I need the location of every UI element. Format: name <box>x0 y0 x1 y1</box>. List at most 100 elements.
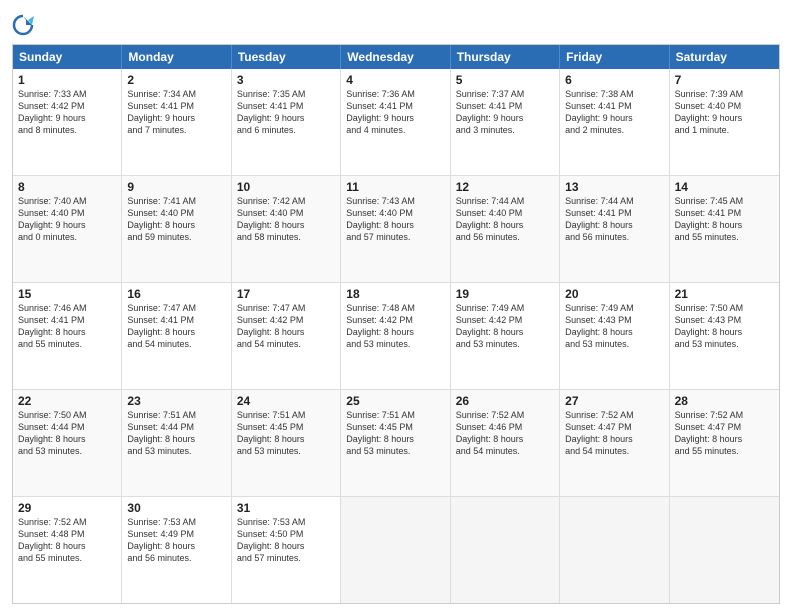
day-number: 31 <box>237 501 335 515</box>
day-info: Sunrise: 7:44 AM Sunset: 4:40 PM Dayligh… <box>456 195 554 244</box>
calendar-cell <box>560 497 669 603</box>
day-number: 25 <box>346 394 444 408</box>
calendar-cell: 23Sunrise: 7:51 AM Sunset: 4:44 PM Dayli… <box>122 390 231 496</box>
day-number: 19 <box>456 287 554 301</box>
day-number: 17 <box>237 287 335 301</box>
calendar-header: SundayMondayTuesdayWednesdayThursdayFrid… <box>13 45 779 69</box>
calendar-cell: 6Sunrise: 7:38 AM Sunset: 4:41 PM Daylig… <box>560 69 669 175</box>
day-info: Sunrise: 7:38 AM Sunset: 4:41 PM Dayligh… <box>565 88 663 137</box>
day-number: 26 <box>456 394 554 408</box>
day-number: 18 <box>346 287 444 301</box>
day-number: 11 <box>346 180 444 194</box>
day-number: 16 <box>127 287 225 301</box>
day-info: Sunrise: 7:41 AM Sunset: 4:40 PM Dayligh… <box>127 195 225 244</box>
calendar-body: 1Sunrise: 7:33 AM Sunset: 4:42 PM Daylig… <box>13 69 779 603</box>
calendar-cell: 19Sunrise: 7:49 AM Sunset: 4:42 PM Dayli… <box>451 283 560 389</box>
day-number: 28 <box>675 394 774 408</box>
day-info: Sunrise: 7:50 AM Sunset: 4:44 PM Dayligh… <box>18 409 116 458</box>
calendar-cell: 28Sunrise: 7:52 AM Sunset: 4:47 PM Dayli… <box>670 390 779 496</box>
day-number: 21 <box>675 287 774 301</box>
day-info: Sunrise: 7:39 AM Sunset: 4:40 PM Dayligh… <box>675 88 774 137</box>
calendar-cell: 3Sunrise: 7:35 AM Sunset: 4:41 PM Daylig… <box>232 69 341 175</box>
day-info: Sunrise: 7:53 AM Sunset: 4:50 PM Dayligh… <box>237 516 335 565</box>
calendar-cell: 13Sunrise: 7:44 AM Sunset: 4:41 PM Dayli… <box>560 176 669 282</box>
calendar-cell: 30Sunrise: 7:53 AM Sunset: 4:49 PM Dayli… <box>122 497 231 603</box>
calendar-cell: 9Sunrise: 7:41 AM Sunset: 4:40 PM Daylig… <box>122 176 231 282</box>
calendar-cell: 2Sunrise: 7:34 AM Sunset: 4:41 PM Daylig… <box>122 69 231 175</box>
day-info: Sunrise: 7:51 AM Sunset: 4:44 PM Dayligh… <box>127 409 225 458</box>
day-info: Sunrise: 7:48 AM Sunset: 4:42 PM Dayligh… <box>346 302 444 351</box>
calendar-row: 22Sunrise: 7:50 AM Sunset: 4:44 PM Dayli… <box>13 389 779 496</box>
day-number: 13 <box>565 180 663 194</box>
day-info: Sunrise: 7:47 AM Sunset: 4:42 PM Dayligh… <box>237 302 335 351</box>
day-number: 1 <box>18 73 116 87</box>
page-container: SundayMondayTuesdayWednesdayThursdayFrid… <box>0 0 792 612</box>
day-info: Sunrise: 7:37 AM Sunset: 4:41 PM Dayligh… <box>456 88 554 137</box>
day-info: Sunrise: 7:36 AM Sunset: 4:41 PM Dayligh… <box>346 88 444 137</box>
day-info: Sunrise: 7:40 AM Sunset: 4:40 PM Dayligh… <box>18 195 116 244</box>
calendar-cell <box>670 497 779 603</box>
day-info: Sunrise: 7:33 AM Sunset: 4:42 PM Dayligh… <box>18 88 116 137</box>
day-info: Sunrise: 7:53 AM Sunset: 4:49 PM Dayligh… <box>127 516 225 565</box>
calendar-cell: 15Sunrise: 7:46 AM Sunset: 4:41 PM Dayli… <box>13 283 122 389</box>
calendar-cell: 18Sunrise: 7:48 AM Sunset: 4:42 PM Dayli… <box>341 283 450 389</box>
header-day-wednesday: Wednesday <box>341 45 450 69</box>
header-day-monday: Monday <box>122 45 231 69</box>
day-number: 2 <box>127 73 225 87</box>
header-day-saturday: Saturday <box>670 45 779 69</box>
day-info: Sunrise: 7:34 AM Sunset: 4:41 PM Dayligh… <box>127 88 225 137</box>
calendar-cell: 10Sunrise: 7:42 AM Sunset: 4:40 PM Dayli… <box>232 176 341 282</box>
day-info: Sunrise: 7:52 AM Sunset: 4:48 PM Dayligh… <box>18 516 116 565</box>
day-number: 20 <box>565 287 663 301</box>
calendar-row: 15Sunrise: 7:46 AM Sunset: 4:41 PM Dayli… <box>13 282 779 389</box>
day-info: Sunrise: 7:51 AM Sunset: 4:45 PM Dayligh… <box>346 409 444 458</box>
day-info: Sunrise: 7:52 AM Sunset: 4:47 PM Dayligh… <box>675 409 774 458</box>
header-day-friday: Friday <box>560 45 669 69</box>
day-info: Sunrise: 7:44 AM Sunset: 4:41 PM Dayligh… <box>565 195 663 244</box>
day-number: 6 <box>565 73 663 87</box>
calendar-cell: 22Sunrise: 7:50 AM Sunset: 4:44 PM Dayli… <box>13 390 122 496</box>
calendar-cell: 8Sunrise: 7:40 AM Sunset: 4:40 PM Daylig… <box>13 176 122 282</box>
day-info: Sunrise: 7:51 AM Sunset: 4:45 PM Dayligh… <box>237 409 335 458</box>
logo-icon <box>12 14 34 36</box>
day-info: Sunrise: 7:49 AM Sunset: 4:43 PM Dayligh… <box>565 302 663 351</box>
calendar-cell <box>341 497 450 603</box>
calendar-cell: 16Sunrise: 7:47 AM Sunset: 4:41 PM Dayli… <box>122 283 231 389</box>
day-number: 5 <box>456 73 554 87</box>
calendar-cell: 12Sunrise: 7:44 AM Sunset: 4:40 PM Dayli… <box>451 176 560 282</box>
day-number: 3 <box>237 73 335 87</box>
day-number: 29 <box>18 501 116 515</box>
day-number: 27 <box>565 394 663 408</box>
calendar: SundayMondayTuesdayWednesdayThursdayFrid… <box>12 44 780 604</box>
calendar-row: 8Sunrise: 7:40 AM Sunset: 4:40 PM Daylig… <box>13 175 779 282</box>
day-info: Sunrise: 7:35 AM Sunset: 4:41 PM Dayligh… <box>237 88 335 137</box>
day-info: Sunrise: 7:42 AM Sunset: 4:40 PM Dayligh… <box>237 195 335 244</box>
day-number: 14 <box>675 180 774 194</box>
header-day-tuesday: Tuesday <box>232 45 341 69</box>
day-number: 7 <box>675 73 774 87</box>
day-info: Sunrise: 7:49 AM Sunset: 4:42 PM Dayligh… <box>456 302 554 351</box>
day-number: 15 <box>18 287 116 301</box>
calendar-cell: 27Sunrise: 7:52 AM Sunset: 4:47 PM Dayli… <box>560 390 669 496</box>
calendar-cell: 4Sunrise: 7:36 AM Sunset: 4:41 PM Daylig… <box>341 69 450 175</box>
day-number: 23 <box>127 394 225 408</box>
header-day-thursday: Thursday <box>451 45 560 69</box>
day-number: 4 <box>346 73 444 87</box>
calendar-cell: 17Sunrise: 7:47 AM Sunset: 4:42 PM Dayli… <box>232 283 341 389</box>
calendar-cell: 26Sunrise: 7:52 AM Sunset: 4:46 PM Dayli… <box>451 390 560 496</box>
calendar-row: 29Sunrise: 7:52 AM Sunset: 4:48 PM Dayli… <box>13 496 779 603</box>
header-day-sunday: Sunday <box>13 45 122 69</box>
calendar-cell: 25Sunrise: 7:51 AM Sunset: 4:45 PM Dayli… <box>341 390 450 496</box>
day-info: Sunrise: 7:47 AM Sunset: 4:41 PM Dayligh… <box>127 302 225 351</box>
day-info: Sunrise: 7:52 AM Sunset: 4:47 PM Dayligh… <box>565 409 663 458</box>
calendar-cell: 24Sunrise: 7:51 AM Sunset: 4:45 PM Dayli… <box>232 390 341 496</box>
day-number: 9 <box>127 180 225 194</box>
day-number: 8 <box>18 180 116 194</box>
calendar-cell: 14Sunrise: 7:45 AM Sunset: 4:41 PM Dayli… <box>670 176 779 282</box>
calendar-cell: 5Sunrise: 7:37 AM Sunset: 4:41 PM Daylig… <box>451 69 560 175</box>
day-number: 12 <box>456 180 554 194</box>
calendar-cell: 7Sunrise: 7:39 AM Sunset: 4:40 PM Daylig… <box>670 69 779 175</box>
page-header <box>12 10 780 36</box>
day-number: 30 <box>127 501 225 515</box>
calendar-cell: 21Sunrise: 7:50 AM Sunset: 4:43 PM Dayli… <box>670 283 779 389</box>
